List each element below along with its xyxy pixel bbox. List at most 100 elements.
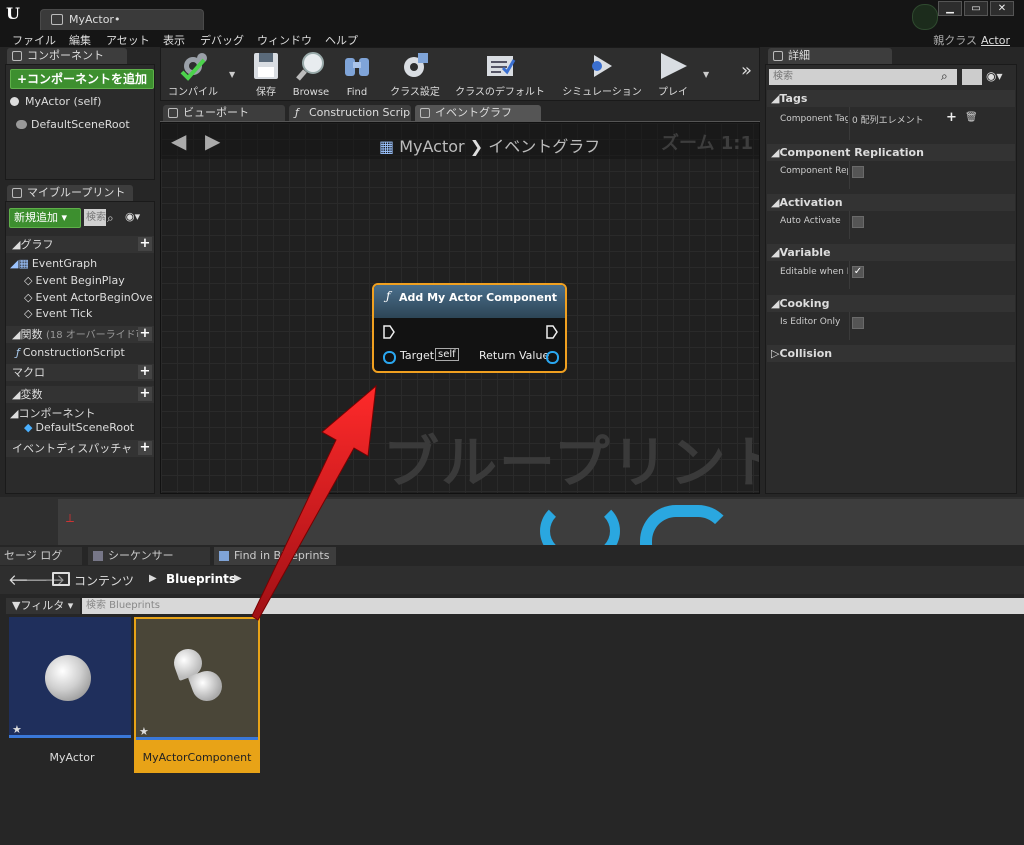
functions-category[interactable]: ◢関数 (18 オーバーライド可 + <box>6 326 154 343</box>
favorite-star-icon[interactable]: ★ <box>139 725 149 738</box>
event-item[interactable]: ◇ Event Tick <box>24 307 92 320</box>
blueprint-search-input[interactable]: 検索 <box>84 209 106 226</box>
macros-category[interactable]: マクロ + <box>6 364 154 381</box>
add-dispatcher-button[interactable]: + <box>138 441 152 455</box>
add-variable-button[interactable]: + <box>138 387 152 401</box>
browse-button[interactable]: Browse <box>291 48 331 100</box>
back-arrow-icon[interactable]: ◀ <box>171 129 186 153</box>
eye-view-options-icon[interactable]: ◉▾ <box>986 69 1003 83</box>
section-tags[interactable]: ◢Tags <box>767 90 1015 107</box>
section-activation[interactable]: ◢Activation <box>767 194 1015 211</box>
class-settings-button[interactable]: クラス設定 <box>384 48 446 100</box>
menu-help[interactable]: ヘルプ <box>325 32 358 48</box>
tab-my-blueprint[interactable]: マイブループリント <box>7 185 133 201</box>
parent-class-link[interactable]: Actor <box>981 34 1010 47</box>
components-variable-group[interactable]: ◢コンポーネント <box>10 405 95 421</box>
exec-in-pin-icon[interactable] <box>383 325 395 339</box>
event-item[interactable]: ◇ Event ActorBeginOve <box>24 291 153 304</box>
class-settings-label: クラス設定 <box>390 87 440 98</box>
save-disk-icon <box>254 53 278 79</box>
viewport-icon <box>168 108 178 118</box>
editable-when-inherited-checkbox[interactable]: ✓ <box>852 266 864 278</box>
class-defaults-button[interactable]: クラスのデフォルト <box>451 48 549 100</box>
target-pin-icon[interactable] <box>383 351 396 364</box>
path-folder[interactable]: Blueprints <box>166 572 236 586</box>
property-matrix-icon[interactable] <box>962 69 982 85</box>
section-component-replication[interactable]: ◢Component Replication <box>767 144 1015 161</box>
find-button[interactable]: Find <box>337 48 377 100</box>
close-button[interactable]: ✕ <box>990 1 1014 16</box>
component-item-default-scene-root[interactable]: DefaultSceneRoot <box>16 118 130 131</box>
menu-debug[interactable]: デバッグ <box>200 32 244 48</box>
asset-type-bar <box>9 735 131 738</box>
menu-asset[interactable]: アセット <box>106 32 150 48</box>
search-icon[interactable]: ⌕ <box>941 69 948 84</box>
forward-arrow-icon[interactable]: ▶ <box>205 129 220 153</box>
tab-viewport[interactable]: ビューポート <box>163 105 285 121</box>
add-function-button[interactable]: + <box>138 327 152 341</box>
tab-sequencer[interactable]: シーケンサー <box>88 547 210 565</box>
construction-script-item[interactable]: ƒ ConstructionScript <box>16 346 125 359</box>
menu-edit[interactable]: 編集 <box>69 32 91 48</box>
event-graph-item[interactable]: ◢▦ EventGraph <box>10 257 97 270</box>
filter-button[interactable]: ▼フィルタ ▾ <box>6 598 80 614</box>
simulation-label: シミュレーション <box>562 87 642 98</box>
minimize-button[interactable]: ▁ <box>938 1 962 16</box>
add-macro-button[interactable]: + <box>138 365 152 379</box>
auto-activate-checkbox[interactable] <box>852 216 864 228</box>
user-profile-icon[interactable] <box>912 4 938 30</box>
tab-viewport-label: ビューポート <box>183 106 249 119</box>
variables-category[interactable]: ◢変数 + <box>6 386 154 403</box>
tab-details[interactable]: 詳細 <box>768 48 892 64</box>
add-new-button[interactable]: 新規追加 ▾ <box>9 208 81 228</box>
section-variable[interactable]: ◢Variable <box>767 244 1015 261</box>
add-element-button[interactable]: + <box>946 110 957 125</box>
tab-event-graph[interactable]: イベントグラフ <box>415 105 541 121</box>
details-search-input[interactable]: 検索 <box>769 69 957 85</box>
play-button[interactable]: プレイ <box>653 48 693 100</box>
breadcrumb-current[interactable]: イベントグラフ <box>488 137 600 156</box>
breadcrumb-root[interactable]: MyActor <box>399 137 464 156</box>
is-editor-only-checkbox[interactable] <box>852 317 864 329</box>
event-dispatchers-category[interactable]: イベントディスパッチャ + <box>6 440 154 457</box>
asset-tile[interactable]: ★ MyActor <box>9 617 135 773</box>
simulation-button[interactable]: シミュレーション <box>556 48 648 100</box>
tab-construction-script[interactable]: ƒ Construction Scrip <box>289 105 411 121</box>
compile-options-dropdown[interactable]: ▼ <box>229 70 235 79</box>
default-scene-root-variable[interactable]: ◆ DefaultSceneRoot <box>24 421 134 434</box>
eye-view-options-icon[interactable]: ◉▾ <box>125 210 140 223</box>
event-item[interactable]: ◇ Event BeginPlay <box>24 274 125 287</box>
event-tick-label: Event Tick <box>35 307 93 320</box>
add-component-button[interactable]: +コンポーネントを追加 <box>10 69 154 89</box>
maximize-button[interactable]: ▭ <box>964 1 988 16</box>
toolbar-overflow-button[interactable]: » <box>741 60 752 81</box>
section-cooking[interactable]: ◢Cooking <box>767 295 1015 312</box>
play-options-dropdown[interactable]: ▼ <box>703 70 709 79</box>
asset-tile-selected[interactable]: ★ MyActorComponent <box>134 617 260 773</box>
tab-components[interactable]: コンポーネント <box>7 48 127 64</box>
menu-window[interactable]: ウィンドウ <box>257 32 312 48</box>
add-my-actor-component-node[interactable]: ƒ Add My Actor Component Target self Ret… <box>372 283 567 373</box>
exec-out-pin-icon[interactable] <box>546 325 558 339</box>
delete-all-trash-icon[interactable]: 🗑 <box>965 112 978 123</box>
path-root[interactable]: コンテンツ <box>74 572 134 589</box>
target-self-value[interactable]: self <box>435 348 459 361</box>
functions-override-note: (18 オーバーライド可 <box>45 330 146 341</box>
filter-label: フィルタ <box>20 599 65 612</box>
add-graph-button[interactable]: + <box>138 237 152 251</box>
component-replicates-checkbox[interactable] <box>852 166 864 178</box>
return-value-pin-icon[interactable] <box>546 351 559 364</box>
tab-message-log[interactable]: セージ ログ <box>0 547 82 565</box>
component-item-self[interactable]: MyActor (self) <box>10 95 101 108</box>
favorite-star-icon[interactable]: ★ <box>12 723 22 736</box>
section-collision[interactable]: ▷Collision <box>767 345 1015 362</box>
compile-button[interactable]: コンパイル <box>162 48 224 100</box>
save-button[interactable]: 保存 <box>246 48 286 100</box>
content-search-input[interactable]: 検索 Blueprints <box>82 598 1024 614</box>
search-icon[interactable]: ⌕ <box>107 211 114 226</box>
menu-file[interactable]: ファイル <box>12 32 56 48</box>
graphs-category[interactable]: ◢グラフ + <box>6 236 154 253</box>
document-tab[interactable]: MyActor• <box>40 9 204 30</box>
default-scene-root-variable-label: DefaultSceneRoot <box>35 421 135 434</box>
menu-view[interactable]: 表示 <box>163 32 185 48</box>
